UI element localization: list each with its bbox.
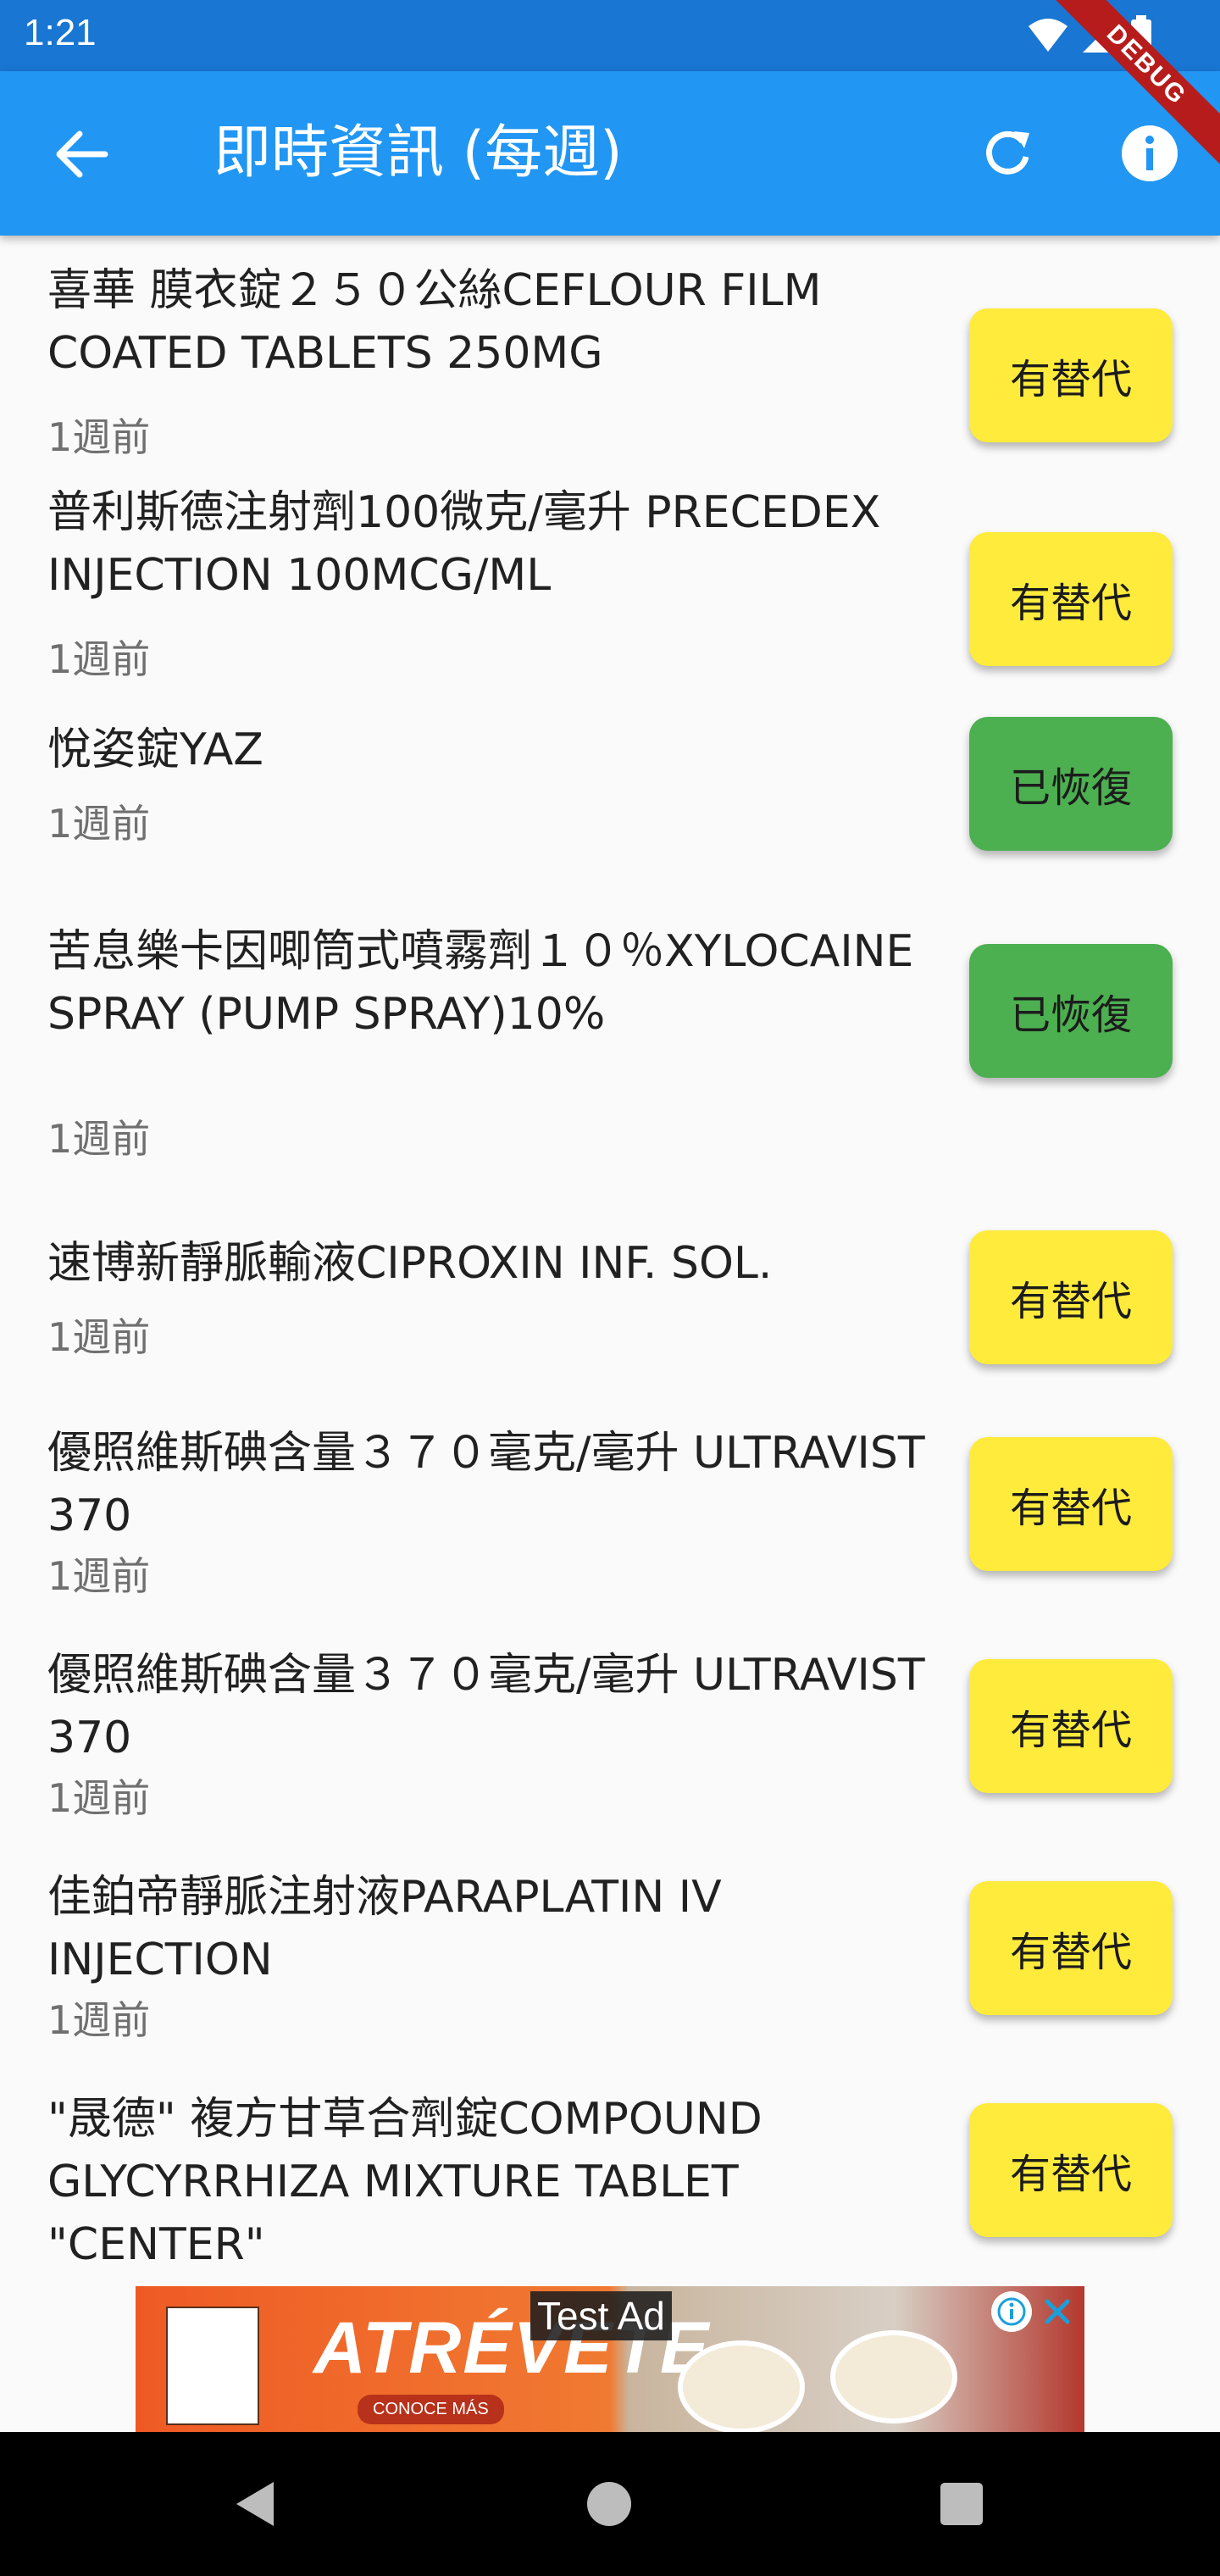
time-ago: 1週前 <box>47 414 151 460</box>
ad-dessert-image <box>678 2340 805 2432</box>
list-item[interactable]: 佳鉑帝靜脈注射液PARAPLATIN IV INJECTION 1週前 有替代 <box>0 1866 1220 2074</box>
time-ago: 1週前 <box>47 1775 151 1821</box>
arrow-back-icon <box>56 130 108 178</box>
ad-product-image <box>166 2307 259 2425</box>
wifi-icon <box>1029 19 1068 52</box>
time-ago: 1週前 <box>47 1553 151 1599</box>
list-item[interactable]: 喜華 膜衣錠２５０公絲CEFLOUR FILM COATED TABLETS 2… <box>0 259 1220 468</box>
status-button[interactable]: 有替代 <box>969 1437 1173 1571</box>
list-item[interactable]: 苦息樂卡因唧筒式噴霧劑１０％XYLOCAINE SPRAY (PUMP SPRA… <box>0 920 1220 1200</box>
ad-dessert-image <box>830 2330 957 2423</box>
status-button[interactable]: 有替代 <box>969 1230 1173 1364</box>
nav-back-button[interactable] <box>217 2466 293 2542</box>
system-nav-bar <box>0 2432 1220 2576</box>
list-item[interactable]: 優照維斯碘含量３７０毫克/毫升 ULTRAVIST 370 1週前 有替代 <box>0 1422 1220 1630</box>
refresh-button[interactable] <box>969 115 1045 192</box>
drug-name: 優照維斯碘含量３７０毫克/毫升 ULTRAVIST 370 <box>47 1428 925 1541</box>
status-icons <box>1027 12 1152 59</box>
status-button[interactable]: 有替代 <box>969 308 1173 442</box>
close-icon <box>1045 2299 1070 2324</box>
nav-back-icon <box>236 2482 274 2526</box>
app-bar: 即時資訊 (每週) <box>0 71 1220 236</box>
time-ago: 1週前 <box>47 636 151 682</box>
list-item[interactable]: 優照維斯碘含量３７０毫克/毫升 ULTRAVIST 370 1週前 有替代 <box>0 1644 1220 1852</box>
list-item[interactable]: 普利斯德注射劑100微克/毫升 PRECEDEX INJECTION 100MC… <box>0 481 1220 690</box>
back-button[interactable] <box>47 120 115 188</box>
ad-banner[interactable]: ATRÉVETE CONOCE MÁS Test Ad <box>136 2286 1084 2432</box>
drug-list[interactable]: 喜華 膜衣錠２５０公絲CEFLOUR FILM COATED TABLETS 2… <box>0 236 1220 2286</box>
time-ago: 1週前 <box>47 1314 151 1360</box>
page-title: 即時資訊 (每週) <box>214 119 623 186</box>
ad-test-label: Test Ad <box>530 2291 672 2340</box>
ad-close-button[interactable] <box>1037 2291 1078 2332</box>
ad-info-icon[interactable] <box>991 2291 1032 2332</box>
signal-icon <box>1083 19 1117 53</box>
nav-recents-icon <box>940 2483 983 2525</box>
list-item[interactable]: 悅姿錠YAZ 1週前 已恢復 <box>0 717 1220 888</box>
status-bar: 1:21 <box>0 0 1220 71</box>
drug-name: 喜華 膜衣錠２５０公絲CEFLOUR FILM COATED TABLETS 2… <box>47 265 822 379</box>
list-item[interactable]: "晟德" 複方甘草合劑錠COMPOUND GLYCYRRHIZA MIXTURE… <box>0 2088 1220 2286</box>
time-ago: 1週前 <box>47 801 151 847</box>
drug-name: 普利斯德注射劑100微克/毫升 PRECEDEX INJECTION 100MC… <box>47 487 881 601</box>
drug-name: 佳鉑帝靜脈注射液PARAPLATIN IV INJECTION <box>47 1872 722 1985</box>
status-button[interactable]: 有替代 <box>969 1659 1173 1793</box>
drug-name: 優照維斯碘含量３７０毫克/毫升 ULTRAVIST 370 <box>47 1650 925 1763</box>
refresh-icon <box>986 130 1029 175</box>
drug-name: 速博新靜脈輸液CIPROXIN INF. SOL. <box>47 1238 773 1289</box>
nav-home-button[interactable] <box>571 2466 647 2542</box>
status-button[interactable]: 有替代 <box>969 2103 1173 2237</box>
status-button[interactable]: 已恢復 <box>969 717 1173 851</box>
drug-name: "晟德" 複方甘草合劑錠COMPOUND GLYCYRRHIZA MIXTURE… <box>47 2094 762 2270</box>
info-icon <box>1122 125 1178 181</box>
nav-home-icon <box>587 2482 631 2526</box>
drug-name: 苦息樂卡因唧筒式噴霧劑１０％XYLOCAINE SPRAY (PUMP SPRA… <box>47 926 914 1040</box>
drug-name: 悅姿錠YAZ <box>47 724 263 775</box>
ad-cta-button[interactable]: CONOCE MÁS <box>358 2395 504 2424</box>
info-button[interactable] <box>1112 115 1188 192</box>
status-time: 1:21 <box>24 12 97 53</box>
battery-icon <box>1131 15 1151 55</box>
time-ago: 1週前 <box>47 1997 151 2043</box>
status-button[interactable]: 已恢復 <box>969 944 1173 1078</box>
nav-recents-button[interactable] <box>923 2466 1000 2542</box>
list-item[interactable]: 速博新靜脈輸液CIPROXIN INF. SOL. 1週前 有替代 <box>0 1230 1220 1402</box>
time-ago: 1週前 <box>47 1116 151 1162</box>
status-button[interactable]: 有替代 <box>969 1881 1173 2015</box>
info-icon <box>997 2297 1026 2326</box>
status-button[interactable]: 有替代 <box>969 532 1173 666</box>
